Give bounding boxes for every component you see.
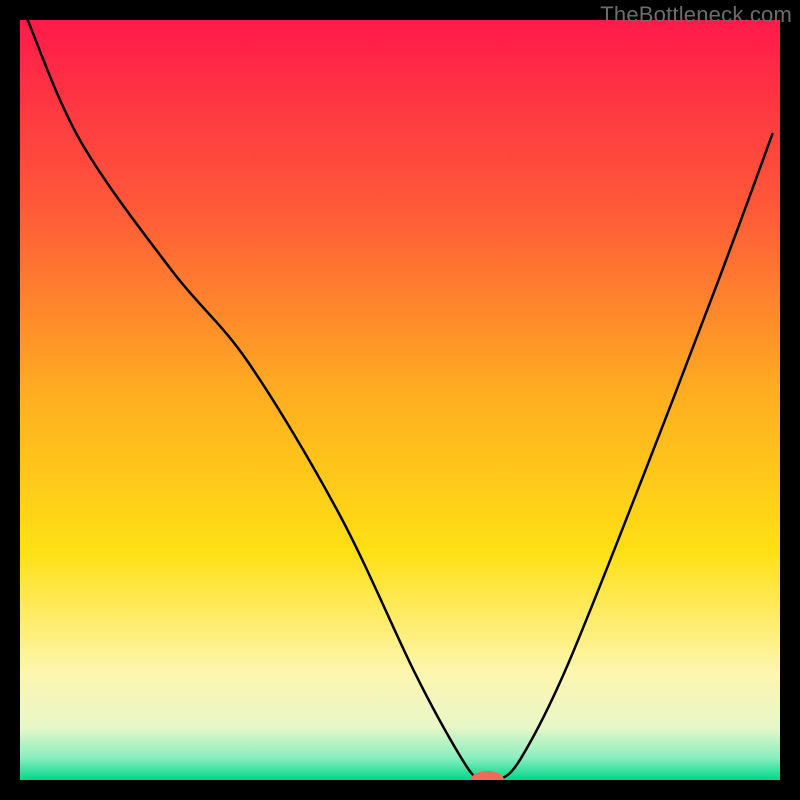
watermark-text: TheBottleneck.com [600,2,792,28]
chart-svg [20,20,780,780]
plot-area [20,20,780,780]
chart-frame: TheBottleneck.com [0,0,800,800]
gradient-background [20,20,780,780]
